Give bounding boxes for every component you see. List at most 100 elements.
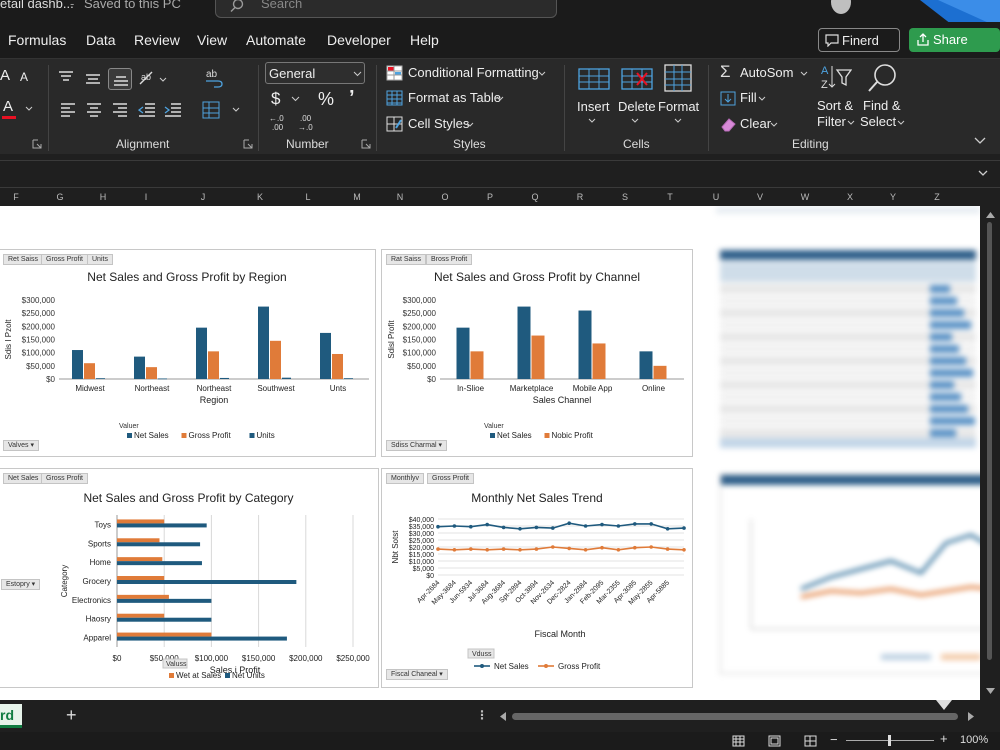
chart-category[interactable]: Net Sales Gross Profit Net Sales and Gro… <box>0 468 379 688</box>
chart-channel[interactable]: Rat Saiss Bross Profit Net Sales and Gro… <box>381 249 693 457</box>
fill-button[interactable]: Fill <box>718 89 778 109</box>
column-header[interactable]: U <box>706 192 726 202</box>
values-dropdown[interactable]: Valves <box>3 440 39 451</box>
orientation-icon[interactable]: ab <box>138 69 168 87</box>
column-header[interactable]: P <box>480 192 500 202</box>
column-header[interactable]: L <box>298 192 318 202</box>
increase-indent-icon[interactable] <box>164 103 182 117</box>
percent-format-button[interactable]: % <box>318 89 334 110</box>
format-cells-button[interactable]: Format <box>658 63 700 129</box>
currency-format-button[interactable]: $ <box>271 89 280 109</box>
column-header[interactable]: R <box>570 192 590 202</box>
formula-bar[interactable] <box>0 160 1000 188</box>
alignment-dialog-launcher-icon[interactable] <box>243 139 253 149</box>
number-format-select[interactable]: General <box>265 62 365 84</box>
column-header[interactable]: K <box>250 192 270 202</box>
align-bottom-button[interactable] <box>108 68 132 90</box>
align-top-icon[interactable] <box>58 71 74 83</box>
increase-decimal-icon[interactable]: ←.0.00 <box>268 113 288 133</box>
font-color-button[interactable]: A <box>0 97 38 121</box>
comments-button[interactable]: Finerd <box>818 28 900 52</box>
column-header[interactable]: H <box>93 192 113 202</box>
scroll-down-icon[interactable] <box>986 688 995 695</box>
conditional-formatting-button[interactable]: Conditional Formatting <box>386 64 556 84</box>
column-header[interactable]: W <box>795 192 815 202</box>
menu-data[interactable]: Data <box>86 32 116 48</box>
number-dialog-launcher-icon[interactable] <box>361 139 371 149</box>
column-header[interactable]: I <box>136 192 156 202</box>
column-header[interactable]: G <box>50 192 70 202</box>
menu-view[interactable]: View <box>197 32 227 48</box>
zoom-in-button[interactable]: + <box>940 731 948 746</box>
pivot-field-tag[interactable]: Ret Saiss <box>3 254 43 265</box>
delete-cells-button[interactable]: Delete <box>617 63 657 129</box>
sort-filter-button[interactable]: AZ Sort & Filter <box>814 63 858 133</box>
page-break-view-icon[interactable] <box>804 735 817 747</box>
menu-automate[interactable]: Automate <box>246 32 306 48</box>
find-select-button[interactable]: Find & Select <box>860 63 906 133</box>
horizontal-scroll-thumb[interactable] <box>512 713 958 720</box>
insert-cells-button[interactable]: Insert <box>574 63 614 129</box>
column-header[interactable]: S <box>615 192 635 202</box>
pivot-field-tag[interactable]: Net Sales <box>3 473 44 484</box>
vertical-scrollbar[interactable] <box>980 206 1000 700</box>
pivot-field-tag[interactable]: Units <box>87 254 113 265</box>
merge-center-icon[interactable] <box>202 101 242 119</box>
chevron-down-icon[interactable] <box>291 96 300 102</box>
fiscal-channel-dropdown[interactable]: Fiscal Chaneal <box>386 669 448 680</box>
pivot-field-tag[interactable]: Monthlyv <box>386 473 425 484</box>
vertical-scroll-thumb[interactable] <box>987 222 992 660</box>
column-header[interactable]: O <box>435 192 455 202</box>
pivot-field-tag[interactable]: Bross Profit <box>426 254 473 265</box>
decrease-decimal-icon[interactable]: .00→.0 <box>297 113 317 133</box>
pivot-field-tag[interactable]: Gross Profit <box>41 254 88 265</box>
align-center-icon[interactable] <box>86 103 102 117</box>
cell-styles-button[interactable]: Cell Styles <box>386 115 486 135</box>
page-layout-view-icon[interactable] <box>768 735 781 747</box>
sheet-tab-active[interactable]: rd <box>0 704 22 728</box>
menu-formulas[interactable]: Formulas <box>8 32 66 48</box>
chart-trend[interactable]: Monthlyv Gross Profit Monthly Net Sales … <box>381 468 693 688</box>
column-header[interactable]: Z <box>927 192 947 202</box>
align-middle-icon[interactable] <box>85 73 101 85</box>
normal-view-icon[interactable] <box>732 735 745 747</box>
column-header[interactable]: X <box>840 192 860 202</box>
column-header[interactable]: J <box>193 192 213 202</box>
font-dialog-launcher-icon[interactable] <box>32 139 42 149</box>
search-box[interactable]: Search <box>215 0 557 18</box>
pivot-field-tag[interactable]: Gross Profit <box>427 473 474 484</box>
add-sheet-button[interactable]: + <box>66 705 77 726</box>
zoom-level[interactable]: 100% <box>960 734 988 746</box>
menu-help[interactable]: Help <box>410 32 439 48</box>
column-header[interactable]: M <box>347 192 367 202</box>
pivot-field-tag[interactable]: Rat Saiss <box>386 254 426 265</box>
increase-font-size-button[interactable]: A <box>0 67 10 84</box>
scroll-up-icon[interactable] <box>986 212 995 219</box>
column-header[interactable]: T <box>660 192 680 202</box>
collapse-ribbon-icon[interactable] <box>974 137 986 145</box>
scroll-left-icon[interactable] <box>500 712 507 721</box>
chart-region[interactable]: Ret Saiss Gross Profit Units Net Sales a… <box>0 249 376 457</box>
format-as-table-button[interactable]: Format as Table <box>386 89 516 109</box>
wrap-text-icon[interactable]: ab <box>204 67 226 91</box>
scroll-right-icon[interactable] <box>968 712 975 721</box>
menu-review[interactable]: Review <box>134 32 180 48</box>
align-left-icon[interactable] <box>60 103 76 117</box>
align-right-icon[interactable] <box>112 103 128 117</box>
worksheet-area[interactable]: Ret Saiss Gross Profit Units Net Sales a… <box>0 206 980 700</box>
column-header[interactable]: N <box>390 192 410 202</box>
expand-formula-bar-icon[interactable] <box>978 170 988 178</box>
column-header[interactable]: F <box>6 192 26 202</box>
zoom-slider-thumb[interactable] <box>888 735 891 746</box>
autosum-button[interactable]: Σ AutoSom <box>718 62 808 84</box>
column-header[interactable]: V <box>750 192 770 202</box>
decrease-font-size-button[interactable]: A <box>20 70 28 84</box>
decrease-indent-icon[interactable] <box>138 103 156 117</box>
account-avatar[interactable] <box>831 0 851 14</box>
pivot-field-tag[interactable]: Gross Profit <box>41 473 88 484</box>
category-dropdown[interactable]: Estopry <box>1 579 41 590</box>
more-options-icon[interactable]: ⋮ <box>476 708 488 722</box>
sales-channel-dropdown[interactable]: Sdiss Charmal <box>386 440 447 451</box>
zoom-out-button[interactable]: − <box>830 732 838 747</box>
column-header[interactable]: Y <box>883 192 903 202</box>
